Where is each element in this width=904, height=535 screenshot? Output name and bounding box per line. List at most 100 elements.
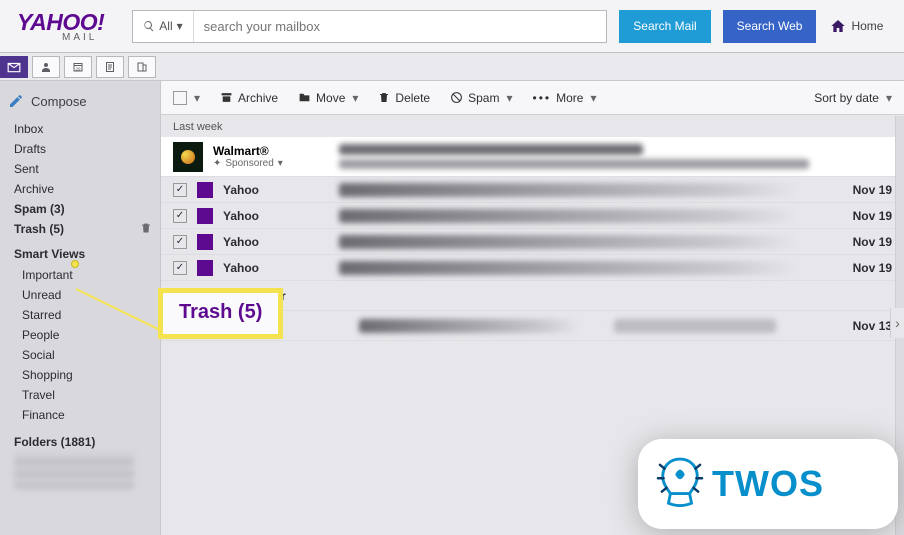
more-button[interactable]: ••• More▾ [533,91,597,105]
row-date: Nov 13 [832,319,892,333]
lightbulb-icon [656,455,704,513]
home-link[interactable]: Home [830,18,883,34]
row-checkbox[interactable]: ✓ [173,209,187,223]
section-header: Last week [161,115,904,137]
sv-shopping[interactable]: Shopping [0,365,160,385]
nav-spam[interactable]: Spam (3) [0,199,160,219]
row-from: Yahoo [223,209,329,223]
spam-button[interactable]: Spam▾ [450,91,512,105]
row-from: Yahoo [223,261,329,275]
rail-notepad-icon[interactable] [96,56,124,78]
yahoo-avatar-icon [197,234,213,250]
more-icon: ••• [533,91,552,105]
search-web-button[interactable]: Search Web [723,10,817,43]
row-date: Nov 19 [832,235,892,249]
icon-rail: 29 [0,53,904,81]
sponsor-subject [339,144,892,169]
sv-important[interactable]: Important [0,265,160,285]
sort-label: Sort by date [814,91,879,105]
compose-button[interactable]: Compose [0,87,160,119]
compose-label: Compose [31,94,87,109]
watermark-badge: TWOS [638,439,898,529]
row-date: Nov 19 [832,261,892,275]
sponsor-from: Walmart® [213,144,329,158]
search-scope-label: All [159,19,172,33]
row-date: Nov 19 [832,183,892,197]
nav-sent[interactable]: Sent [0,159,160,179]
sv-people[interactable]: People [0,325,160,345]
folder-icon [298,91,311,104]
sponsor-from-col: Walmart® ✦Sponsored▾ [213,144,329,169]
sidebar: Compose Inbox Drafts Sent Archive Spam (… [0,81,160,535]
svg-text:29: 29 [75,66,81,71]
annotation-dot [71,260,79,268]
row-checkbox[interactable]: ✓ [173,183,187,197]
spam-label: Spam [468,91,499,105]
select-all[interactable]: ▾ [173,91,200,105]
header-bar: YAHOO! MAIL All ▾ Search Mail Search Web… [0,0,904,53]
logo-text-sub: MAIL [62,32,97,43]
sv-travel[interactable]: Travel [0,385,160,405]
rail-calendar-icon[interactable]: 29 [64,56,92,78]
reading-pane-toggle[interactable]: › [890,308,904,338]
row-subject-blurred [339,261,822,275]
row-subject-blurred [339,235,822,249]
sponsor-avatar [173,142,203,172]
row-subject-blurred [359,289,822,303]
nav-folders: Inbox Drafts Sent Archive Spam (3) Trash… [0,119,160,239]
folders-blurred [14,453,134,489]
nav-trash-label[interactable]: Trash (5) [0,219,74,239]
nav-trash[interactable]: Trash (5) [0,219,160,239]
trash-icon [378,91,390,104]
delete-label: Delete [395,91,430,105]
search-scope-dropdown[interactable]: All ▾ [133,11,193,42]
sv-unread[interactable]: Unread [0,285,160,305]
search-mail-button[interactable]: Search Mail [619,10,710,43]
row-subject-blurred [339,183,822,197]
search-input[interactable] [194,11,607,42]
nav-archive[interactable]: Archive [0,179,160,199]
chevron-down-icon: ▾ [194,91,200,105]
yahoo-mail-logo: YAHOO! MAIL [17,9,104,43]
watermark-text: TWOS [712,463,824,505]
folders-header[interactable]: Folders (1881) [0,425,160,453]
rail-news-icon[interactable] [128,56,156,78]
sort-button[interactable]: Sort by date▾ [814,91,892,105]
sponsor-tag[interactable]: ✦Sponsored▾ [213,158,329,169]
sv-starred[interactable]: Starred [0,305,160,325]
row-from: Yahoo [223,183,329,197]
pencil-icon [8,93,24,109]
archive-icon [220,91,233,104]
smart-views-header: Smart Views [0,239,160,265]
search-icon [143,20,155,32]
toolbar: ▾ Archive Move▾ Delete Spam▾ ••• More▾ [161,81,904,115]
nav-drafts[interactable]: Drafts [0,139,160,159]
archive-button[interactable]: Archive [220,91,278,105]
row-checkbox[interactable]: ✓ [173,261,187,275]
sv-finance[interactable]: Finance [0,405,160,425]
row-subject-blurred [359,319,822,333]
move-button[interactable]: Move▾ [298,91,358,105]
rail-mail-icon[interactable] [0,56,28,78]
search-bar[interactable]: All ▾ [132,10,607,43]
sponsored-row[interactable]: Walmart® ✦Sponsored▾ [161,137,904,177]
sparkle-icon: ✦ [213,158,221,169]
delete-button[interactable]: Delete [378,91,430,105]
trash-empty-icon[interactable] [140,222,160,237]
yahoo-avatar-icon [197,182,213,198]
move-label: Move [316,91,345,105]
message-row[interactable]: ✓ Yahoo Nov 19 [161,203,904,229]
annotation-callout: Trash (5) [158,288,283,339]
spam-icon [450,91,463,104]
message-row[interactable]: ✓ Yahoo Nov 19 [161,229,904,255]
nav-inbox[interactable]: Inbox [0,119,160,139]
rail-contacts-icon[interactable] [32,56,60,78]
more-label: More [556,91,583,105]
home-label: Home [851,19,883,33]
archive-label: Archive [238,91,278,105]
message-row[interactable]: ✓ Yahoo Nov 19 [161,255,904,281]
sv-social[interactable]: Social [0,345,160,365]
home-icon [830,18,846,34]
message-row[interactable]: ✓ Yahoo Nov 19 [161,177,904,203]
row-checkbox[interactable]: ✓ [173,235,187,249]
